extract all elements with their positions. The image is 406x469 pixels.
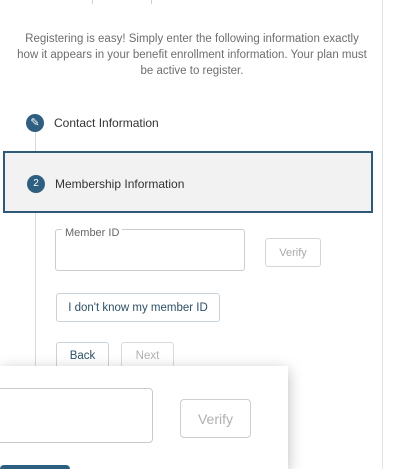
- dont-know-member-id-button[interactable]: I don't know my member ID: [56, 293, 220, 322]
- step-label: Membership Information: [55, 177, 185, 191]
- intro-text: Registering is easy! Simply enter the fo…: [17, 33, 367, 77]
- member-id-label: Member ID: [62, 227, 123, 239]
- step-contact-information[interactable]: ✎ Contact Information: [26, 114, 159, 132]
- tab-strip: [92, 0, 152, 4]
- step-label: Contact Information: [54, 116, 159, 130]
- step-membership-panel: 2 Membership Information: [3, 151, 373, 213]
- step-membership-information[interactable]: 2 Membership Information: [27, 175, 184, 193]
- magnifier-overlay: Verify: [0, 366, 288, 469]
- step-number-badge: 2: [27, 175, 45, 193]
- page-edge: [382, 0, 383, 469]
- member-id-input[interactable]: [64, 246, 234, 266]
- pencil-icon: ✎: [26, 114, 44, 132]
- tab-divider: [92, 0, 93, 4]
- magnified-button-edge: [0, 465, 70, 469]
- magnified-member-id-input[interactable]: [0, 388, 153, 443]
- tab-divider: [151, 0, 152, 4]
- member-id-field[interactable]: Member ID: [55, 227, 245, 271]
- magnified-verify-button[interactable]: Verify: [180, 399, 251, 438]
- verify-button[interactable]: Verify: [265, 238, 321, 267]
